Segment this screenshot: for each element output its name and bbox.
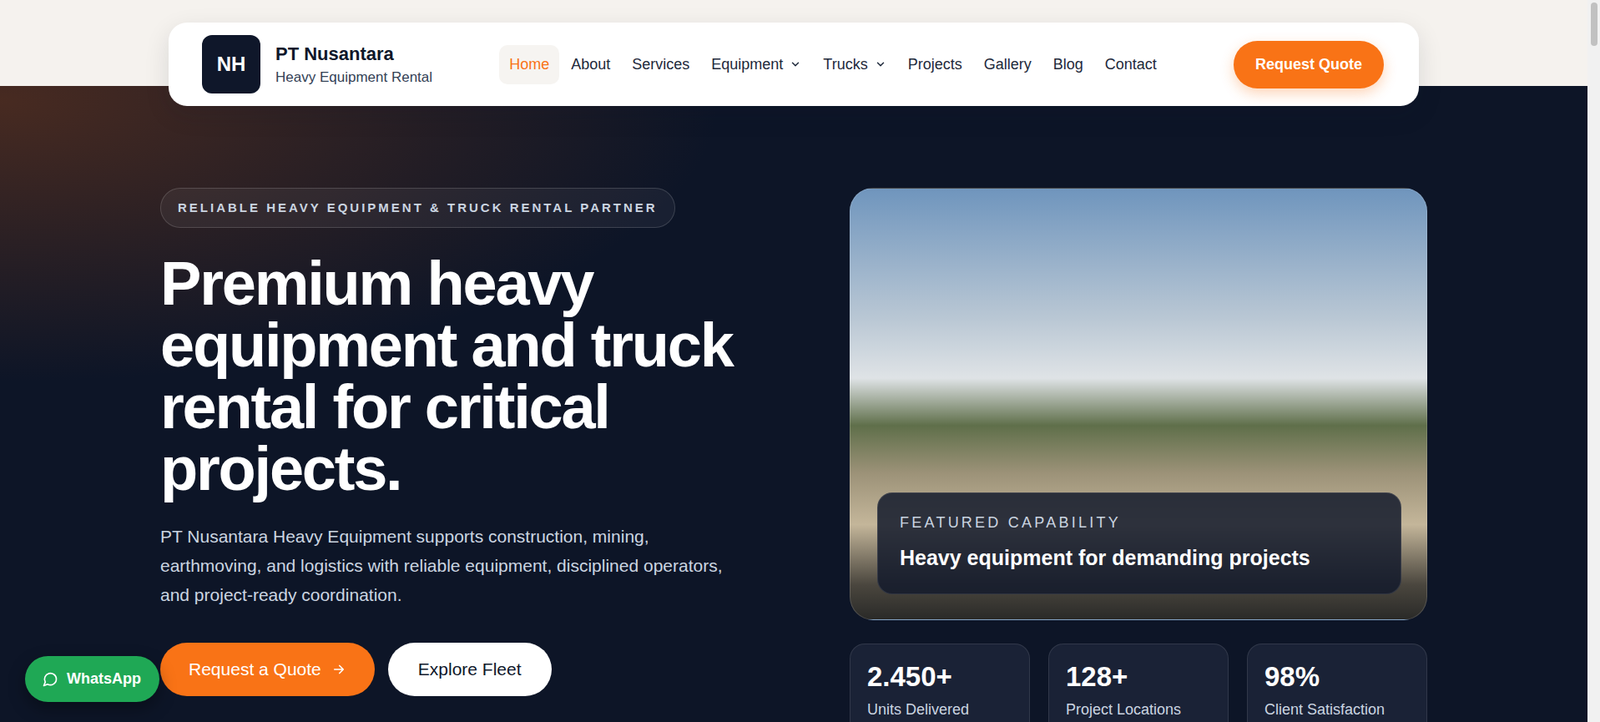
stat-card: 98% Client Satisfaction <box>1246 643 1428 722</box>
hero-description: PT Nusantara Heavy Equipment supports co… <box>160 521 745 610</box>
hero-text: RELIABLE HEAVY EQUIPMENT & TRUCK RENTAL … <box>160 187 800 722</box>
stat-label: Client Satisfaction <box>1264 698 1410 722</box>
stat-label: Project Locations <box>1065 698 1212 722</box>
feature-title: Heavy equipment for demanding projects <box>899 542 1379 575</box>
nav-link[interactable]: Home <box>499 45 560 85</box>
hero: RELIABLE HEAVY EQUIPMENT & TRUCK RENTAL … <box>160 187 1428 722</box>
stat-label: Units Delivered <box>867 698 1013 722</box>
stat-value: 98% <box>1264 659 1410 694</box>
explore-fleet-label[interactable]: Explore Fleet <box>418 659 522 679</box>
nav-link[interactable]: About <box>560 45 621 85</box>
scrollbar[interactable] <box>1587 0 1600 722</box>
brand-name: PT Nusantara <box>275 42 433 66</box>
nav-link-label[interactable]: Services <box>631 53 690 76</box>
nav-links: Home About Services Equipment Trucks Projects… <box>499 45 1167 85</box>
hero-badge: RELIABLE HEAVY EQUIPMENT & TRUCK RENTAL … <box>160 187 676 228</box>
hero-title: Premium heavy equipment and truck rental… <box>160 252 795 500</box>
feature-eyebrow: FEATURED CAPABILITY <box>899 511 1379 535</box>
stat-value: 128+ <box>1065 659 1212 694</box>
explore-fleet-button[interactable]: Explore Fleet <box>388 642 552 697</box>
nav-link[interactable]: Blog <box>1043 45 1094 85</box>
brand[interactable]: NH PT Nusantara Heavy Equipment Rental <box>201 35 433 94</box>
arrow-right-icon <box>331 661 347 677</box>
hero-buttons: Request a Quote Explore Fleet <box>160 642 552 697</box>
nav-link-label[interactable]: Gallery <box>984 53 1032 76</box>
brand-tagline: Heavy Equipment Rental <box>275 68 433 86</box>
nav-link[interactable]: Gallery <box>974 45 1042 85</box>
request-quote-label[interactable]: Request Quote <box>1255 55 1363 73</box>
stats: 2.450+ Units Delivered 128+ Project Locatio… <box>849 643 1428 722</box>
hero-photo: FEATURED CAPABILITY Heavy equipment for d… <box>849 187 1428 621</box>
nav-link-label[interactable]: Contact <box>1105 53 1157 76</box>
request-a-quote-label[interactable]: Request a Quote <box>188 656 322 683</box>
request-quote-button[interactable]: Request Quote <box>1233 40 1384 89</box>
stat-card: 128+ Project Locations <box>1048 643 1229 722</box>
nav-link[interactable]: Projects <box>898 45 973 85</box>
nav-link[interactable]: Trucks <box>812 45 896 85</box>
chat-bubble-icon <box>41 671 59 688</box>
hero-media: FEATURED CAPABILITY Heavy equipment for d… <box>849 187 1428 722</box>
whatsapp-label[interactable]: WhatsApp <box>66 667 142 691</box>
chevron-down-icon <box>789 58 802 71</box>
feature-caption: FEATURED CAPABILITY Heavy equipment for d… <box>877 492 1402 596</box>
nav-link-label[interactable]: Blog <box>1053 53 1084 76</box>
hero-badge-text: RELIABLE HEAVY EQUIPMENT & TRUCK RENTAL … <box>177 200 658 215</box>
stat-card: 2.450+ Units Delivered <box>849 643 1030 722</box>
whatsapp-button[interactable]: WhatsApp <box>25 656 160 702</box>
nav-link-label[interactable]: Trucks <box>822 53 868 76</box>
stat-value: 2.450+ <box>867 659 1013 694</box>
page: NH PT Nusantara Heavy Equipment Rental Home… <box>0 0 1588 722</box>
logo: NH <box>201 35 261 94</box>
scrollbar-thumb[interactable] <box>1590 2 1598 46</box>
nav-link-label[interactable]: Projects <box>908 53 963 76</box>
nav-link[interactable]: Services <box>621 45 700 85</box>
chevron-down-icon <box>874 58 887 71</box>
brand-text: PT Nusantara Heavy Equipment Rental <box>275 42 433 86</box>
logo-text: NH <box>217 49 247 80</box>
nav-link[interactable]: Contact <box>1095 45 1167 85</box>
nav-link-label[interactable]: Home <box>509 53 550 76</box>
nav-link-label[interactable]: Equipment <box>711 53 783 76</box>
nav-link-label[interactable]: About <box>570 53 611 76</box>
navbar: NH PT Nusantara Heavy Equipment Rental Home… <box>168 22 1419 106</box>
request-a-quote-button[interactable]: Request a Quote <box>160 642 375 697</box>
nav-link[interactable]: Equipment <box>701 45 812 85</box>
